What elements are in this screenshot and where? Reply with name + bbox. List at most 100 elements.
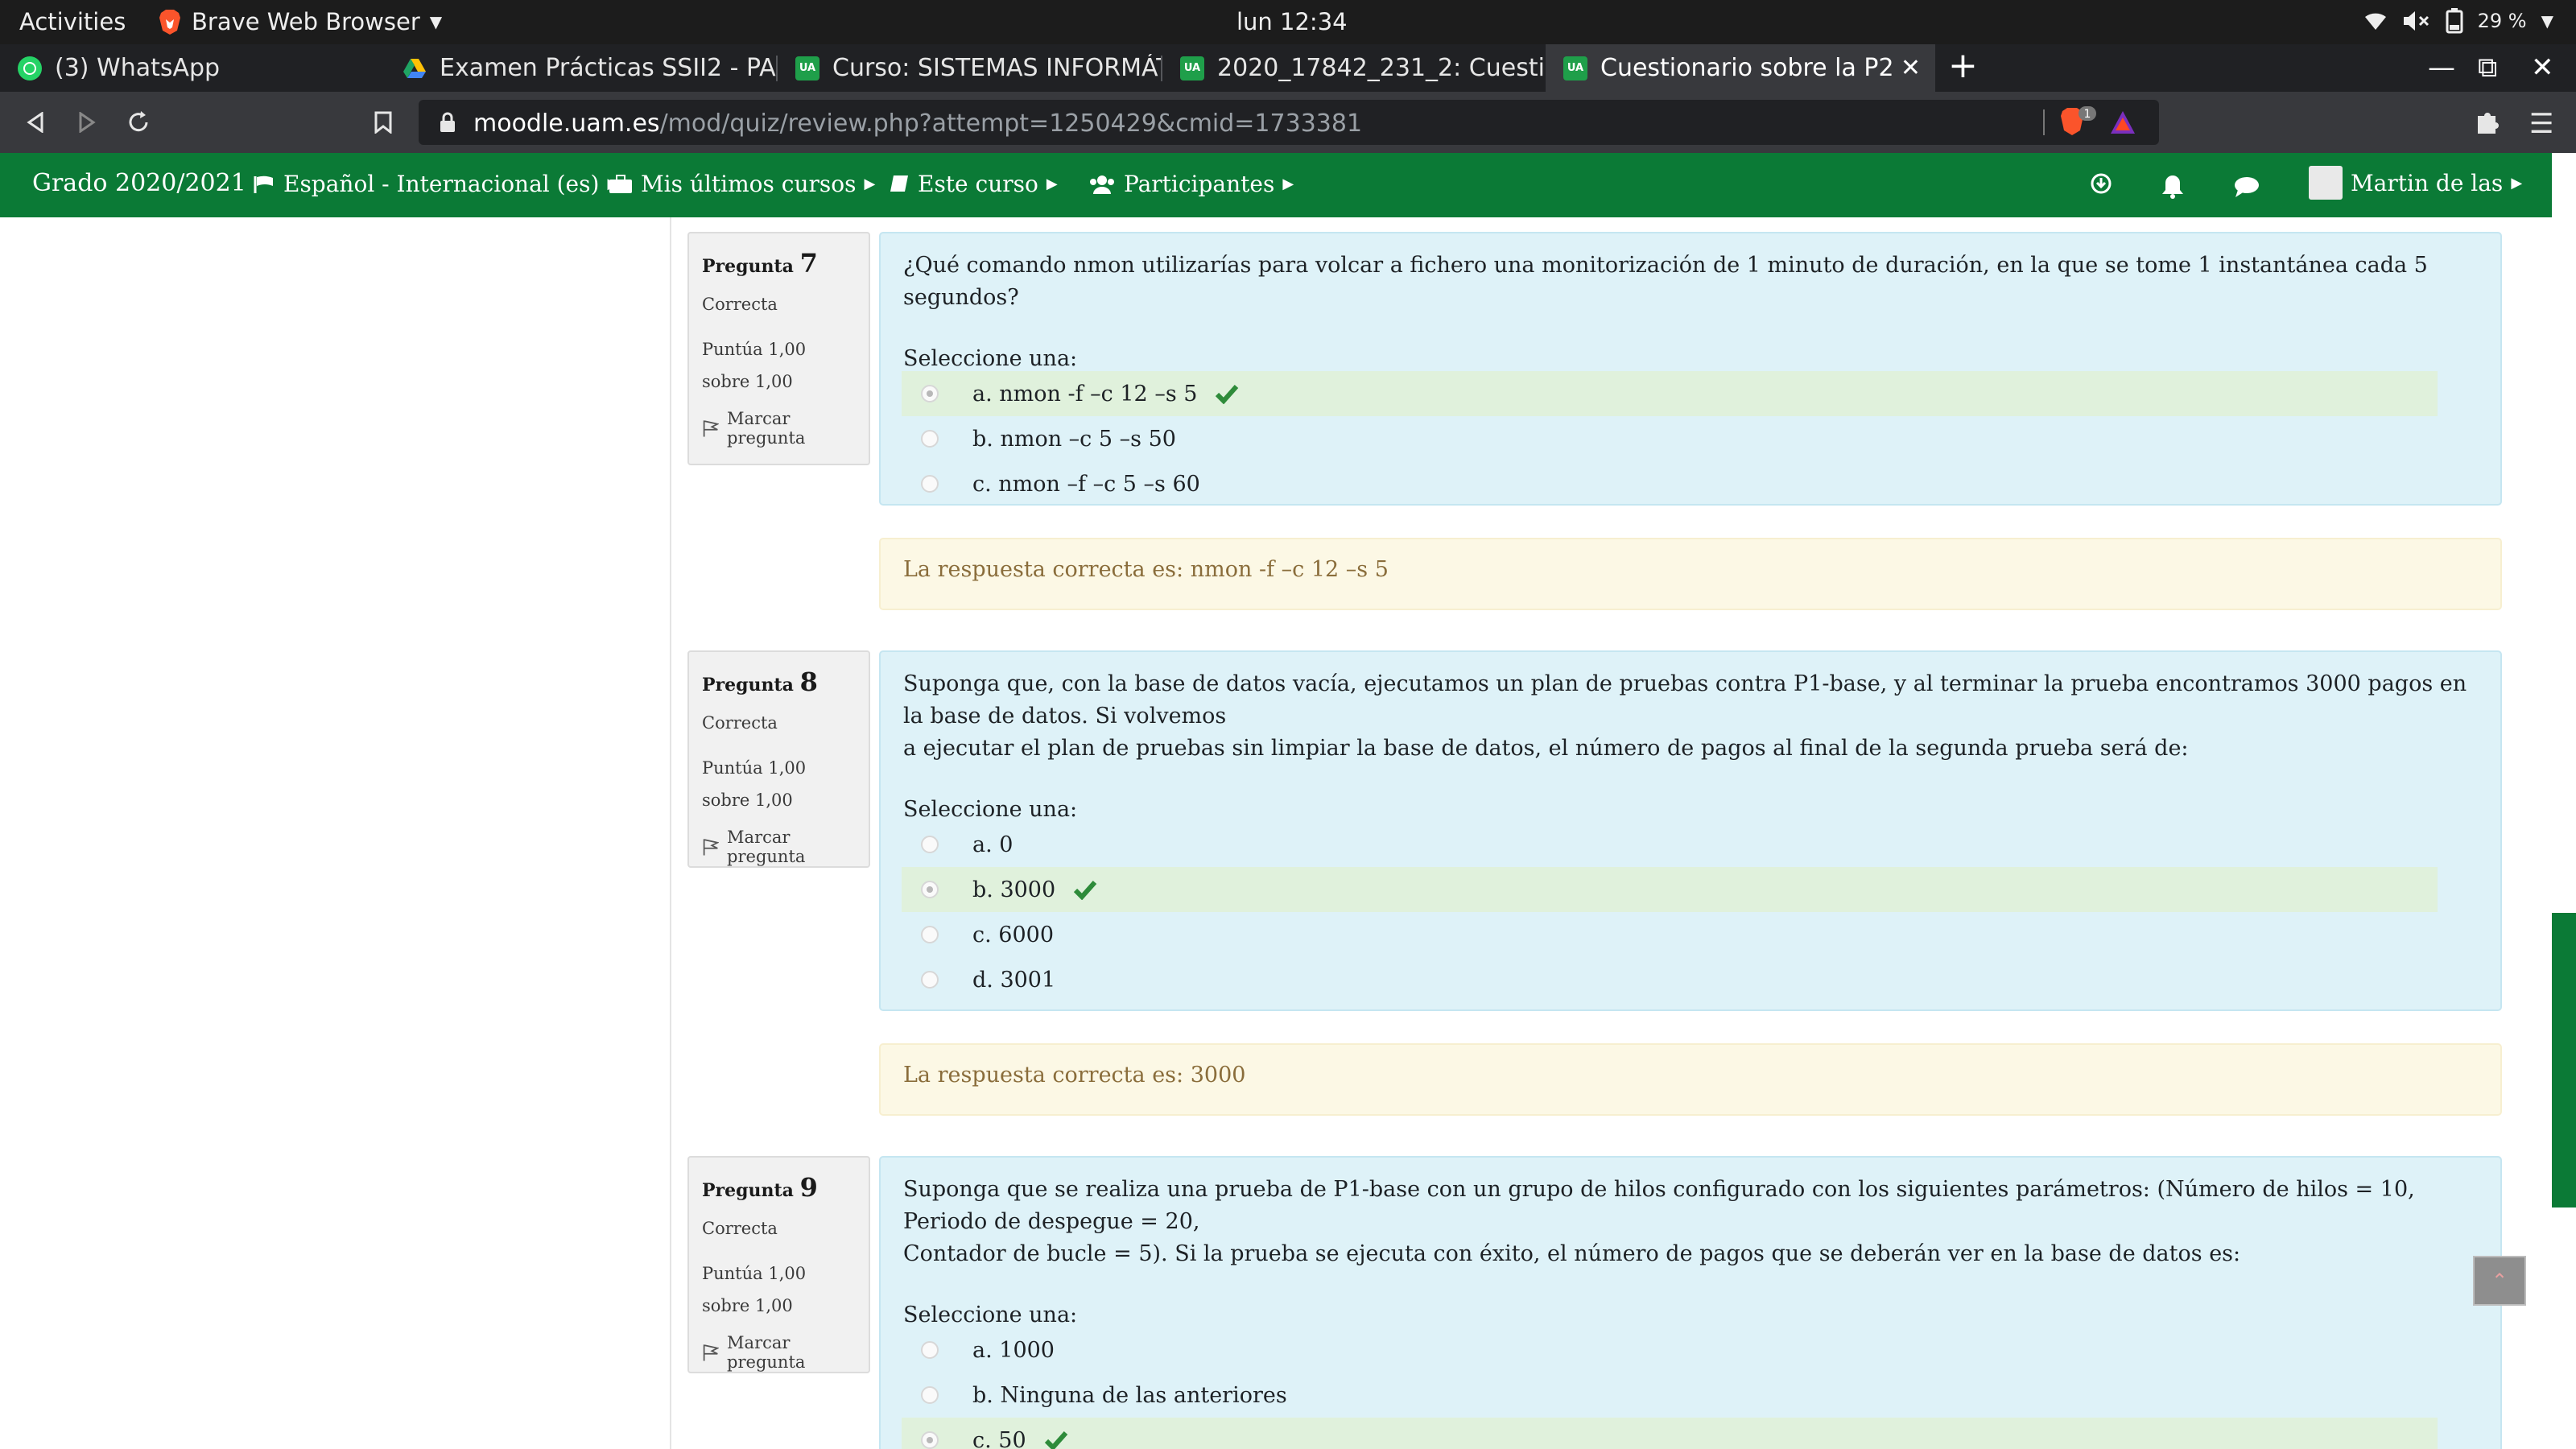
activities-button[interactable]: Activities [19, 8, 126, 35]
my-courses-label: Mis últimos cursos [641, 171, 857, 197]
new-tab-button[interactable]: + [1948, 48, 1978, 84]
browser-toolbar: moodle.uam.es/mod/quiz/review.php?attemp… [0, 92, 2576, 153]
tab-title: 2020_17842_231_2: Cuestiona [1217, 54, 1546, 82]
caret-right-icon: ▶ [864, 175, 876, 192]
arrow-circle-icon[interactable] [2090, 172, 2112, 195]
radio-button[interactable] [921, 1431, 939, 1449]
flag-question-link[interactable]: Marcar pregunta [702, 409, 856, 448]
chevron-up-icon: ⌃ [2491, 1269, 2508, 1292]
tab-curso[interactable]: UA Curso: SISTEMAS INFORMÁTIC [778, 44, 1162, 92]
forward-button[interactable] [68, 103, 106, 142]
url-text: moodle.uam.es/mod/quiz/review.php?attemp… [473, 109, 1362, 138]
question-number: Pregunta 8 [702, 667, 818, 697]
tab-cuestionario-p2[interactable]: UA Cuestionario sobre la P2 ✕ [1546, 44, 1935, 92]
volume-muted-icon [2403, 11, 2429, 31]
chat-bubble-icon[interactable] [2233, 175, 2260, 198]
user-menu[interactable]: Martin de las ▶ [2309, 166, 2522, 200]
radio-button[interactable] [921, 430, 939, 448]
url-path: /mod/quiz/review.php?attempt=1250429&cmi… [659, 109, 1363, 138]
reload-button[interactable] [119, 103, 158, 142]
question-number: Pregunta 9 [702, 1172, 818, 1203]
radio-button[interactable] [921, 1341, 939, 1359]
answer-option-a[interactable]: a. nmon -f –c 12 –s 5 [902, 371, 2438, 416]
this-course-label: Este curso [918, 171, 1038, 197]
answer-option-b[interactable]: b. 3000 [902, 867, 2438, 912]
brave-shields-icon[interactable]: 1 [2059, 106, 2099, 138]
clock[interactable]: lun 12:34 [1236, 8, 1348, 35]
forward-arrow-icon [79, 112, 96, 133]
app-menu[interactable]: Brave Web Browser ▼ [158, 8, 442, 35]
tab-strip: (3) WhatsApp Examen Prácticas SSII2 - PA… [0, 44, 2576, 92]
radio-button[interactable] [921, 926, 939, 943]
flag-question-link[interactable]: Marcar pregunta [702, 1333, 856, 1372]
bell-icon[interactable] [2161, 174, 2185, 200]
bookmark-icon [374, 111, 392, 134]
answer-text: a. 1000 [972, 1337, 1055, 1363]
browser-menu-icon[interactable]: ☰ [2529, 108, 2553, 140]
answer-option-c[interactable]: c. nmon –f –c 5 –s 60 [902, 461, 2438, 506]
question-text: Suponga que se realiza una prueba de P1-… [903, 1174, 2478, 1270]
answer-option-b[interactable]: b. Ninguna de las anteriores [902, 1373, 2438, 1418]
page-scrollbar-thumb[interactable] [2552, 913, 2576, 1208]
answer-text: a. nmon -f –c 12 –s 5 [972, 381, 1198, 407]
answer-text: c. 6000 [972, 922, 1054, 947]
back-arrow-icon [27, 112, 43, 133]
question-text-line: Suponga que, con la base de datos vacía,… [903, 671, 2467, 729]
answer-option-c[interactable]: c. 50 [902, 1418, 2438, 1449]
answer-option-b[interactable]: b. nmon –c 5 –s 50 [902, 416, 2438, 461]
radio-button[interactable] [921, 475, 939, 493]
close-window-button[interactable]: ✕ [2531, 52, 2554, 84]
address-bar[interactable]: moodle.uam.es/mod/quiz/review.php?attemp… [419, 100, 2159, 145]
caret-right-icon: ▶ [1046, 175, 1058, 192]
brave-rewards-icon[interactable] [2109, 109, 2136, 135]
answer-option-a[interactable]: a. 0 [902, 822, 2438, 867]
back-to-top-button[interactable]: ⌃ [2473, 1256, 2526, 1306]
this-course-menu[interactable]: Este curso ▶ [889, 171, 1058, 197]
participants-label: Participantes [1124, 171, 1275, 197]
question-box-7: ¿Qué comando nmon utilizarías para volca… [879, 232, 2502, 506]
question-text-line: a ejecutar el plan de pruebas sin limpia… [903, 736, 2189, 761]
my-courses-menu[interactable]: Mis últimos cursos ▶ [609, 171, 875, 197]
tab-whatsapp[interactable]: (3) WhatsApp [0, 44, 377, 92]
radio-button[interactable] [921, 971, 939, 989]
status-area[interactable]: 29 % ▼ [2363, 8, 2553, 34]
flag-question-link[interactable]: Marcar pregunta [702, 828, 856, 866]
flag-question-label: Marcar pregunta [727, 409, 806, 448]
content-divider [670, 217, 671, 1449]
tab-title: Examen Prácticas SSII2 - PART [440, 54, 778, 82]
radio-button[interactable] [921, 881, 939, 898]
maximize-button[interactable]: ⧉ [2478, 52, 2497, 84]
avatar [2309, 166, 2343, 200]
participants-menu[interactable]: Participantes ▶ [1088, 171, 1294, 197]
tab-examen[interactable]: Examen Prácticas SSII2 - PART [385, 44, 778, 92]
close-tab-icon[interactable]: ✕ [1901, 54, 1921, 82]
check-icon [1074, 881, 1097, 900]
question-text: ¿Qué comando nmon utilizarías para volca… [903, 253, 2428, 310]
uam-icon: UA [1563, 56, 1587, 80]
page-scrollbar-track[interactable] [2552, 153, 2576, 1449]
back-button[interactable] [16, 103, 55, 142]
user-name: Martin de las [2351, 169, 2504, 196]
radio-button[interactable] [921, 836, 939, 853]
question-box-8: Suponga que, con la base de datos vacía,… [879, 650, 2502, 1011]
site-brand[interactable]: Grado 2020/2021 [32, 169, 246, 197]
question-text-line: Suponga que se realiza una prueba de P1-… [903, 1177, 2415, 1234]
answer-option-d[interactable]: d. 3001 [902, 957, 2438, 1002]
extensions-icon[interactable] [2475, 108, 2502, 135]
answer-option-c[interactable]: c. 6000 [902, 912, 2438, 957]
uam-icon: UA [795, 56, 819, 80]
tab-cuestionarios[interactable]: UA 2020_17842_231_2: Cuestiona [1162, 44, 1546, 92]
radio-button[interactable] [921, 1386, 939, 1404]
google-drive-icon [403, 58, 426, 78]
brave-shields-count: 1 [2084, 108, 2091, 121]
bookmark-button[interactable] [364, 103, 402, 142]
question-state: Correcta [702, 1219, 778, 1238]
question-box-9: Suponga que se realiza una prueba de P1-… [879, 1156, 2502, 1449]
brave-lion-icon [159, 10, 180, 35]
url-separator [2043, 109, 2045, 135]
answer-option-a[interactable]: a. 1000 [902, 1327, 2438, 1373]
language-menu[interactable]: Español - Internacional (es) ▶ [253, 171, 618, 197]
radio-button[interactable] [921, 385, 939, 402]
select-label: Seleccione una: [903, 797, 1078, 822]
minimize-button[interactable]: — [2428, 52, 2455, 84]
